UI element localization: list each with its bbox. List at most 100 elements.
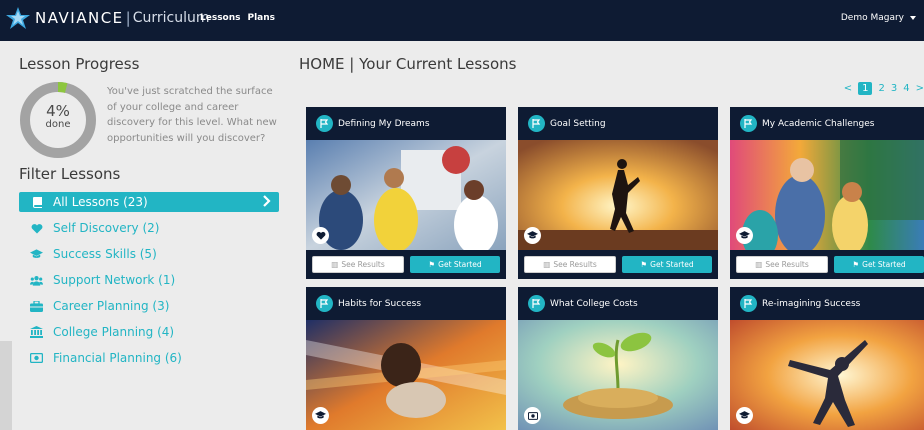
graduation-cap-icon: [524, 227, 541, 244]
lesson-card-my-academic-challenges: My Academic Challenges ▥ See Results ⚑ Get…: [730, 107, 924, 279]
progress-title: Lesson Progress: [19, 55, 140, 73]
filter-list: All Lessons (23) Self Discovery (2) Succ…: [19, 192, 279, 374]
product-name: Curriculum: [132, 10, 210, 26]
card-actions: ▥ See Results ⚑ Get Started: [730, 250, 924, 279]
progress-message: You've just scratched the surface of you…: [107, 86, 277, 144]
get-started-label: Get Started: [650, 260, 694, 269]
get-started-button[interactable]: ⚑ Get Started: [622, 256, 712, 273]
graduation-cap-icon: [736, 407, 753, 424]
brand-separator: |: [125, 9, 131, 27]
filter-support-network[interactable]: Support Network (1): [19, 270, 279, 290]
progress-readout: 4% done: [19, 103, 97, 130]
filter-self-discovery[interactable]: Self Discovery (2): [19, 218, 279, 238]
flag-icon: [316, 295, 333, 312]
filter-label: Career Planning (3): [53, 299, 170, 313]
caret-down-icon: [910, 16, 916, 20]
lesson-card-habits-for-success: Habits for Success: [306, 287, 506, 430]
see-results-label: See Results: [765, 260, 809, 269]
card-title[interactable]: Habits for Success: [338, 299, 421, 309]
page-1[interactable]: 1: [858, 82, 873, 95]
page-next[interactable]: >: [916, 83, 924, 94]
page-4[interactable]: 4: [903, 83, 909, 94]
card-title[interactable]: My Academic Challenges: [762, 119, 874, 129]
chevron-right-icon: [263, 195, 271, 210]
brand[interactable]: NAVIANCE | Curriculum: [5, 6, 209, 30]
briefcase-icon: [30, 300, 43, 313]
progress-label: done: [45, 119, 71, 130]
page-prev[interactable]: <: [844, 83, 852, 94]
filter-title: Filter Lessons: [19, 165, 121, 183]
get-started-label: Get Started: [438, 260, 482, 269]
lesson-image: [518, 320, 718, 430]
bar-chart-icon: ▥: [331, 260, 339, 269]
lesson-image: [730, 320, 924, 430]
card-header: Habits for Success: [306, 287, 506, 320]
lesson-card-re-imagining-success: Re-imagining Success: [730, 287, 924, 430]
sidebar: Lesson Progress 4% done You've just scra…: [0, 41, 285, 430]
user-name: Demo Magary: [840, 13, 904, 23]
pagination: < 1 2 3 4 >: [844, 82, 924, 95]
card-header: My Academic Challenges: [730, 107, 924, 140]
card-header: Defining My Dreams: [306, 107, 506, 140]
card-title[interactable]: Goal Setting: [550, 119, 606, 129]
filter-label: Financial Planning (6): [53, 351, 182, 365]
filter-financial-planning[interactable]: Financial Planning (6): [19, 348, 279, 368]
naviance-star-logo-icon: [6, 7, 30, 29]
institution-icon: [30, 326, 43, 339]
card-header: What College Costs: [518, 287, 718, 320]
lesson-card-defining-my-dreams: Defining My Dreams ▥ See Results ⚑ Get Sta…: [306, 107, 506, 279]
see-results-button[interactable]: ▥ See Results: [312, 256, 404, 273]
bar-chart-icon: ▥: [543, 260, 551, 269]
lesson-card-what-college-costs: What College Costs: [518, 287, 718, 430]
money-icon: [524, 407, 541, 424]
page-title: HOME | Your Current Lessons: [299, 55, 517, 73]
progress-percent: 4%: [46, 102, 70, 120]
filter-success-skills[interactable]: Success Skills (5): [19, 244, 279, 264]
nav-plans[interactable]: Plans: [248, 13, 276, 23]
flag-icon: ⚑: [428, 260, 436, 269]
lesson-card-goal-setting: Goal Setting ▥ See Results ⚑ Get Started: [518, 107, 718, 279]
see-results-button[interactable]: ▥ See Results: [524, 256, 616, 273]
card-actions: ▥ See Results ⚑ Get Started: [306, 250, 506, 279]
lesson-image: [730, 140, 924, 250]
card-title[interactable]: What College Costs: [550, 299, 638, 309]
graduation-cap-icon: [30, 248, 43, 261]
filter-label: Success Skills (5): [53, 247, 157, 261]
nav-lessons[interactable]: Lessons: [200, 13, 241, 23]
flag-icon: [528, 115, 545, 132]
user-menu[interactable]: Demo Magary: [841, 13, 916, 23]
lesson-image: [306, 140, 506, 250]
top-navbar: NAVIANCE | Curriculum Lessons Plans Demo…: [0, 0, 924, 41]
get-started-button[interactable]: ⚑ Get Started: [834, 256, 924, 273]
filter-label: Support Network (1): [53, 273, 176, 287]
main-content: HOME | Your Current Lessons < 1 2 3 4 > …: [285, 41, 924, 430]
graduation-cap-icon: [736, 227, 753, 244]
get-started-label: Get Started: [862, 260, 906, 269]
flag-icon: [740, 115, 757, 132]
see-results-label: See Results: [553, 260, 597, 269]
filter-all-lessons[interactable]: All Lessons (23): [19, 192, 279, 212]
heart-icon: [30, 222, 43, 235]
see-results-label: See Results: [341, 260, 385, 269]
main-nav: Lessons Plans: [200, 13, 275, 23]
card-title[interactable]: Re-imagining Success: [762, 299, 860, 309]
flag-icon: [528, 295, 545, 312]
people-icon: [30, 274, 43, 287]
lesson-image: [518, 140, 718, 250]
see-results-button[interactable]: ▥ See Results: [736, 256, 828, 273]
get-started-button[interactable]: ⚑ Get Started: [410, 256, 500, 273]
sidebar-edge: [0, 341, 12, 430]
flag-icon: [316, 115, 333, 132]
card-title[interactable]: Defining My Dreams: [338, 119, 430, 129]
flag-icon: [740, 295, 757, 312]
filter-label: Self Discovery (2): [53, 221, 160, 235]
brand-name: NAVIANCE: [35, 9, 124, 27]
page-3[interactable]: 3: [891, 83, 897, 94]
card-header: Goal Setting: [518, 107, 718, 140]
book-icon: [30, 196, 43, 209]
filter-career-planning[interactable]: Career Planning (3): [19, 296, 279, 316]
filter-college-planning[interactable]: College Planning (4): [19, 322, 279, 342]
flag-icon: ⚑: [852, 260, 860, 269]
filter-label: College Planning (4): [53, 325, 175, 339]
page-2[interactable]: 2: [878, 83, 884, 94]
